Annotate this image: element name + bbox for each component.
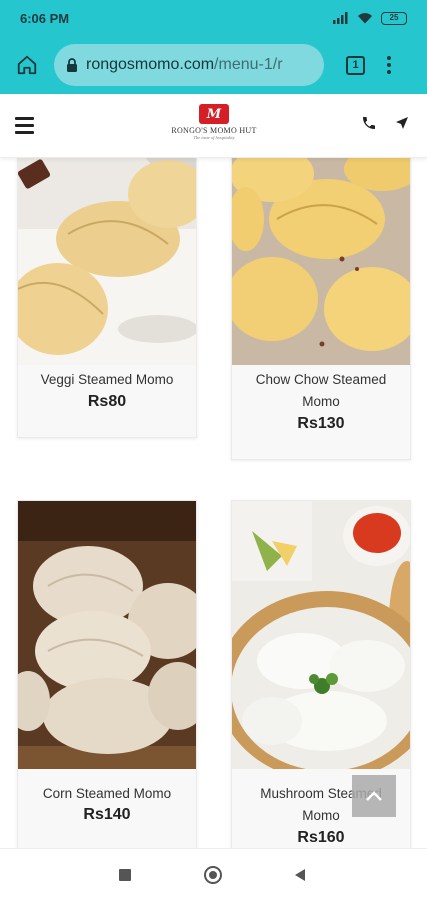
recents-button[interactable] [119, 869, 131, 881]
chevron-up-icon [366, 791, 382, 801]
hamburger-icon[interactable] [15, 117, 34, 138]
scroll-to-top-button[interactable] [352, 775, 396, 817]
kebab-dot [387, 63, 391, 67]
signal-icon [333, 12, 348, 24]
menu-grid: Veggi Steamed Momo Rs80 Chow Chow Steame… [0, 158, 427, 848]
momo-photo [232, 501, 410, 769]
phone-icon[interactable] [361, 115, 377, 131]
home-button[interactable] [12, 50, 42, 80]
site-logo[interactable]: M RONGO'S MOMO HUT The taste of hospital… [162, 104, 266, 148]
kebab-dot [387, 70, 391, 74]
logo-tagline: The taste of hospitality [193, 135, 235, 140]
address-bar[interactable]: rongosmomo.com/menu-1/r [54, 44, 324, 86]
tab-switcher-button[interactable]: 1 [346, 55, 365, 75]
logo-name: RONGO'S MOMO HUT [171, 126, 257, 135]
momo-photo [232, 158, 410, 365]
menu-item-name: Chow Chow Steamed Momo [255, 372, 387, 409]
menu-card[interactable]: Chow Chow Steamed Momo Rs130 [231, 158, 411, 460]
menu-item-price: Rs160 [297, 829, 345, 846]
browser-toolbar: rongosmomo.com/menu-1/r 1 [0, 36, 427, 94]
screen: 6:06 PM 25 rongosmomo.com/menu-1/r 1 M R… [0, 0, 427, 900]
lock-icon [67, 57, 77, 72]
menu-item-name: Corn Steamed Momo [42, 786, 172, 801]
system-nav-bar [0, 848, 427, 900]
home-icon [17, 55, 37, 75]
site-header: M RONGO'S MOMO HUT The taste of hospital… [0, 94, 427, 158]
navigation-arrow-icon[interactable] [394, 115, 410, 131]
momo-photo [18, 501, 196, 769]
status-icons: 25 [333, 11, 407, 25]
menu-card[interactable]: Veggi Steamed Momo Rs80 [17, 158, 197, 438]
tab-count: 1 [352, 59, 359, 71]
battery-icon: 25 [381, 11, 407, 25]
browser-menu-button[interactable] [387, 56, 391, 74]
momo-photo [18, 158, 196, 365]
menu-item-price: Rs140 [83, 806, 131, 823]
status-time: 6:06 PM [20, 10, 70, 26]
url-domain: rongosmomo.com [86, 56, 215, 73]
status-bar: 6:06 PM 25 [0, 0, 427, 36]
kebab-dot [387, 56, 391, 60]
menu-item-name: Veggi Steamed Momo [40, 372, 174, 387]
menu-item-price: Rs80 [87, 393, 127, 410]
url-text: rongosmomo.com/menu-1/r [86, 56, 283, 74]
menu-item-price: Rs130 [297, 415, 345, 432]
url-path: /menu-1/r [214, 56, 283, 73]
battery-level: 25 [389, 13, 399, 22]
back-icon[interactable] [294, 868, 306, 882]
logo-mark: M [199, 104, 229, 124]
menu-card[interactable]: Corn Steamed Momo Rs140 [17, 500, 197, 848]
wifi-icon [358, 13, 372, 24]
home-nav-button[interactable] [204, 866, 222, 884]
